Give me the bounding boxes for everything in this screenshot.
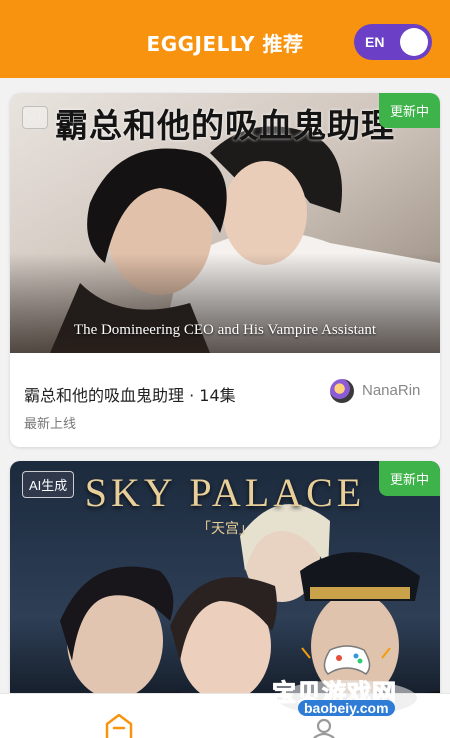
- cover-title: 霸总和他的吸血鬼助理: [55, 106, 395, 145]
- author-name[interactable]: NanaRin: [362, 382, 420, 399]
- release-tag: 最新上线: [24, 417, 77, 432]
- site-watermark: 宝贝游戏网 baobeiy.com: [262, 638, 432, 718]
- drama-title[interactable]: 霸总和他的吸血鬼助理 · 14集: [24, 382, 236, 406]
- ai-badge: AI生成: [22, 471, 75, 498]
- home-icon[interactable]: [104, 713, 134, 738]
- cover-subtitle: The Domineering CEO and His Vampire Assi…: [73, 322, 377, 338]
- toggle-knob: [400, 28, 428, 56]
- profile-icon[interactable]: [312, 718, 336, 738]
- app-header: EGGJELLY 推荐 EN: [0, 0, 450, 78]
- status-badge: 更新中: [378, 93, 440, 128]
- drama-cover[interactable]: 霸总和他的吸血鬼助理 The Domineering CEO and His V…: [10, 93, 440, 353]
- author-avatar[interactable]: [330, 379, 354, 403]
- language-label: EN: [365, 34, 385, 50]
- language-toggle[interactable]: EN: [354, 24, 432, 60]
- watermark-url: baobeiy.com: [298, 700, 395, 716]
- cover-subtitle: 「天宫」: [197, 521, 253, 537]
- status-badge: 更新中: [378, 461, 440, 496]
- drama-card[interactable]: 霸总和他的吸血鬼助理 The Domineering CEO and His V…: [10, 93, 440, 447]
- ai-badge: AI: [22, 106, 49, 129]
- cover-title: SKY PALACE: [84, 470, 366, 515]
